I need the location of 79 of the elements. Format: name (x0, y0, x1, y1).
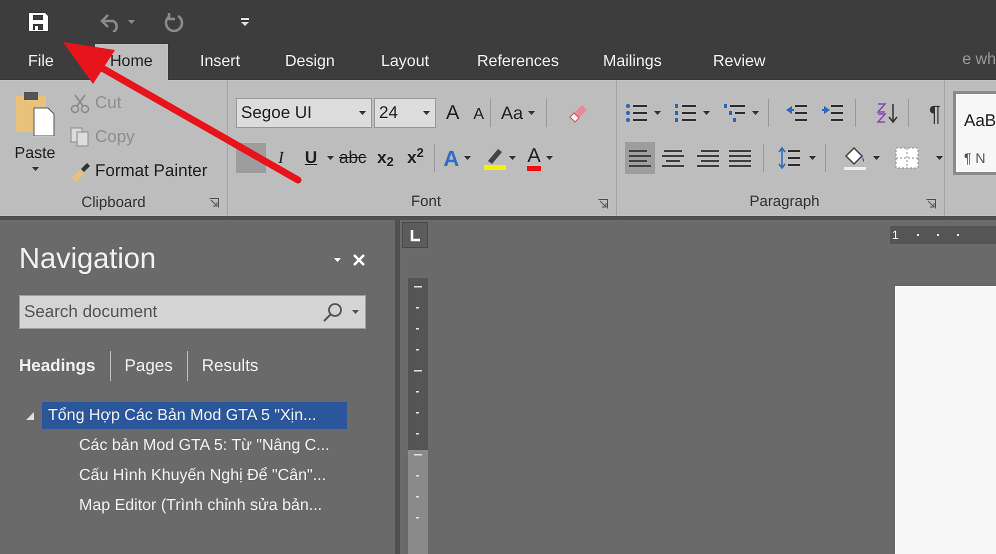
caret-icon[interactable] (508, 155, 518, 161)
caret-icon[interactable] (653, 110, 662, 116)
caret-icon[interactable] (326, 155, 335, 161)
close-icon[interactable] (352, 252, 366, 267)
save-icon[interactable] (27, 11, 49, 33)
italic-button[interactable]: I (266, 143, 296, 173)
font-size-field[interactable]: 24 (374, 98, 436, 128)
dialog-launcher-icon[interactable] (209, 198, 219, 208)
shading-icon[interactable] (842, 146, 868, 170)
grow-font-button[interactable]: A (446, 98, 460, 128)
heading-item[interactable]: Tổng Hợp Các Bản Mod GTA 5 "Xịn... (42, 402, 347, 429)
caret-icon[interactable] (351, 308, 360, 314)
tab-stop-icon[interactable] (402, 222, 428, 248)
borders-icon[interactable] (895, 147, 920, 169)
tell-me-text[interactable]: e wh (962, 48, 996, 72)
ribbon-tab[interactable]: Review (698, 44, 780, 80)
group-label: Clipboard (81, 192, 146, 213)
caret-icon[interactable] (808, 155, 818, 161)
change-case-button[interactable]: Aa (497, 100, 540, 126)
numbering-icon[interactable] (674, 102, 698, 124)
ribbon-tab[interactable]: Insert (185, 44, 256, 80)
dialog-launcher-icon[interactable] (926, 199, 936, 209)
font-color-button[interactable]: A (523, 146, 558, 170)
brush-icon (70, 160, 90, 182)
caret-icon[interactable] (544, 155, 554, 161)
font-name-field[interactable]: Segoe UI (236, 98, 372, 128)
ribbon-tab[interactable]: Design (270, 44, 350, 80)
pane-title: Navigation (19, 242, 158, 277)
redo-icon[interactable] (164, 12, 184, 32)
caret-icon[interactable] (527, 110, 536, 116)
show-marks-button[interactable]: ¶ (929, 96, 941, 130)
clipboard-icon (14, 90, 56, 136)
pane-tab[interactable]: Pages (124, 352, 173, 378)
ruler-number: 1 (892, 227, 899, 244)
pane-tab[interactable]: Headings (19, 352, 96, 378)
shrink-font-button[interactable]: A (473, 103, 484, 127)
caret-icon[interactable] (751, 110, 760, 116)
style-gallery-item[interactable]: AaB ¶ N (953, 91, 996, 175)
heading-item[interactable]: Các bản Mod GTA 5: Từ "Nâng C... (73, 432, 336, 459)
search-field[interactable]: Search document (19, 294, 366, 328)
highlighter-icon[interactable] (482, 146, 508, 170)
caret-icon[interactable] (702, 110, 711, 116)
strike-button[interactable]: abc (335, 143, 370, 173)
caret-icon[interactable] (872, 155, 882, 161)
ribbon-tab[interactable]: Layout (366, 44, 444, 80)
painter-button[interactable]: Format Painter (70, 158, 208, 184)
sup-button[interactable]: x$^{2}$ (400, 143, 430, 173)
heading-item[interactable]: Map Editor (Trình chỉnh sửa bản... (73, 492, 328, 519)
pane-tab[interactable]: Results (202, 352, 258, 378)
sub-button[interactable]: x$_{2}$ (370, 143, 400, 173)
group-label: Font (410, 192, 441, 212)
heading-item[interactable]: Cấu Hình Khuyến Nghị Để "Cân"... (73, 462, 332, 489)
caret-icon[interactable] (463, 155, 472, 161)
ribbon-tab[interactable]: Mailings (588, 44, 677, 80)
caret-icon[interactable] (30, 166, 40, 172)
align-left-icon (628, 147, 652, 169)
underline-button[interactable]: U (296, 143, 326, 173)
multilevel-list-icon[interactable] (723, 102, 747, 124)
sort-icon[interactable] (876, 102, 900, 124)
bullets-icon[interactable] (625, 102, 649, 124)
align-left-button[interactable] (625, 142, 655, 174)
caret-icon[interactable] (333, 256, 342, 263)
caret-icon[interactable] (422, 110, 431, 116)
expander-icon[interactable] (25, 410, 35, 420)
caret-icon[interactable] (935, 155, 944, 161)
align-justify-icon (728, 147, 752, 169)
eraser-icon[interactable] (567, 102, 590, 124)
ribbon-tab[interactable]: References (462, 44, 574, 80)
search-icon[interactable] (322, 300, 344, 322)
ribbon-tab[interactable]: File (22, 44, 60, 80)
customize-icon[interactable] (240, 17, 250, 27)
dialog-launcher-icon[interactable] (598, 199, 608, 209)
copy-icon (70, 126, 90, 148)
scissors-icon (70, 92, 90, 114)
align-center-icon (661, 147, 686, 169)
group-label: Paragraph (749, 192, 820, 212)
caret-icon[interactable] (358, 110, 367, 116)
paste-button[interactable]: Paste (12, 90, 58, 190)
align-right-icon (694, 147, 719, 169)
